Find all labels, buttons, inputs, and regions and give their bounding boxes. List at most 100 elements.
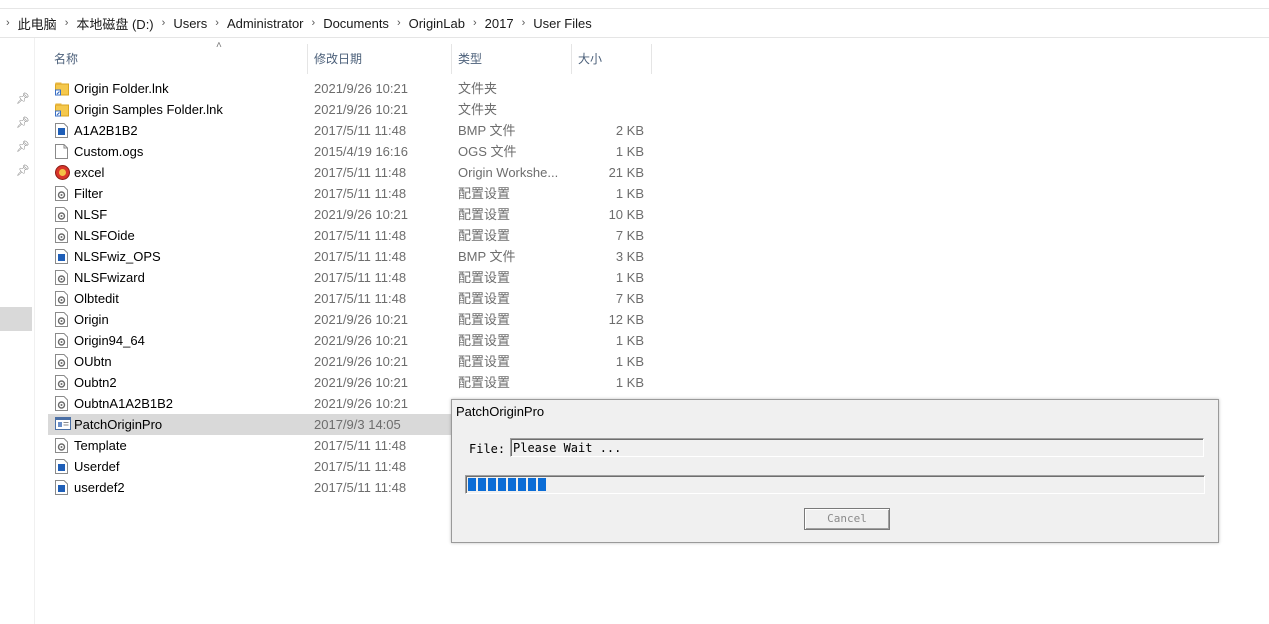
config-file-icon	[55, 354, 68, 369]
file-row[interactable]: Origin Samples Folder.lnk 2021/9/26 10:21…	[48, 99, 658, 120]
file-date: 2021/9/26 10:21	[314, 312, 408, 327]
config-file-icon	[55, 291, 68, 306]
breadcrumb-item[interactable]: › Documents	[304, 9, 389, 37]
breadcrumb-item[interactable]: › OriginLab	[389, 9, 465, 37]
file-date: 2021/9/26 10:21	[314, 102, 408, 117]
breadcrumb-label[interactable]: User Files	[533, 16, 592, 31]
column-headers: 名称 ˄ 修改日期 类型 大小	[48, 40, 652, 74]
breadcrumb-label[interactable]: 此电脑	[18, 14, 57, 33]
file-size: 1 KB	[615, 270, 644, 285]
blank-file-icon	[55, 144, 68, 159]
column-header-size[interactable]: 大小	[572, 44, 652, 74]
file-name: excel	[74, 165, 105, 180]
file-row[interactable]: Origin94_64 2021/9/26 10:21 配置设置 1 KB	[48, 330, 658, 351]
breadcrumb-label[interactable]: Users	[173, 16, 207, 31]
breadcrumb-label[interactable]: OriginLab	[409, 16, 465, 31]
file-name: NLSFwiz_OPS	[74, 249, 161, 264]
pin-icon[interactable]: 📌︎	[16, 164, 30, 178]
folder-shortcut-icon	[55, 102, 69, 117]
file-row[interactable]: NLSFwizard 2017/5/11 11:48 配置设置 1 KB	[48, 267, 658, 288]
breadcrumb-item[interactable]: › Administrator	[207, 9, 303, 37]
config-file-icon	[55, 333, 68, 348]
file-row[interactable]: Custom.ogs 2015/4/19 16:16 OGS 文件 1 KB	[48, 141, 658, 162]
breadcrumb-label[interactable]: Administrator	[227, 16, 304, 31]
breadcrumb-label[interactable]: 2017	[485, 16, 514, 31]
file-row[interactable]: OUbtn 2021/9/26 10:21 配置设置 1 KB	[48, 351, 658, 372]
chevron-right-icon[interactable]: ›	[389, 17, 409, 29]
file-date: 2017/5/11 11:48	[314, 165, 407, 180]
file-size: 2 KB	[615, 123, 644, 138]
progress-block	[538, 478, 546, 491]
file-type: 文件夹	[458, 81, 498, 96]
chevron-right-icon[interactable]: ›	[0, 17, 18, 29]
file-row[interactable]: Origin Folder.lnk 2021/9/26 10:21 文件夹	[48, 78, 658, 99]
file-row[interactable]: Oubtn2 2021/9/26 10:21 配置设置 1 KB	[48, 372, 658, 393]
bmp-file-icon	[55, 249, 68, 264]
file-name: PatchOriginPro	[74, 417, 163, 432]
sort-ascending-icon: ˄	[216, 40, 222, 51]
cancel-button[interactable]: Cancel	[804, 508, 890, 530]
file-size: 21 KB	[608, 165, 644, 180]
breadcrumb-label[interactable]: Documents	[323, 16, 389, 31]
file-size: 7 KB	[615, 291, 644, 306]
chevron-right-icon[interactable]: ›	[207, 17, 227, 29]
chevron-right-icon[interactable]: ›	[465, 17, 485, 29]
file-size: 3 KB	[615, 249, 644, 264]
file-type: Origin Workshe...	[458, 165, 559, 180]
chevron-right-icon[interactable]: ›	[304, 17, 324, 29]
chevron-right-icon[interactable]: ›	[57, 17, 77, 29]
file-name: OubtnA1A2B1B2	[74, 396, 174, 411]
file-name: Custom.ogs	[74, 144, 144, 159]
chevron-right-icon[interactable]: ›	[154, 17, 174, 29]
file-row[interactable]: Olbtedit 2017/5/11 11:48 配置设置 7 KB	[48, 288, 658, 309]
breadcrumb-item[interactable]: › Users	[154, 9, 208, 37]
progress-block	[508, 478, 516, 491]
file-row[interactable]: NLSF 2021/9/26 10:21 配置设置 10 KB	[48, 204, 658, 225]
file-size: 1 KB	[615, 354, 644, 369]
file-date: 2021/9/26 10:21	[314, 333, 408, 348]
breadcrumb-item[interactable]: › User Files	[514, 9, 592, 37]
pin-icon[interactable]: 📌︎	[16, 116, 30, 130]
pin-icon[interactable]: 📌︎	[16, 140, 30, 154]
column-header-name[interactable]: 名称	[48, 44, 308, 74]
file-date: 2021/9/26 10:21	[314, 81, 408, 96]
file-date: 2017/5/11 11:48	[314, 291, 407, 306]
file-row[interactable]: excel 2017/5/11 11:48 Origin Workshe... 21 …	[48, 162, 658, 183]
file-type: 配置设置	[458, 207, 511, 222]
file-name: NLSFOide	[74, 228, 135, 243]
pin-icon[interactable]: 📌︎	[16, 92, 30, 106]
file-name: Oubtn2	[74, 375, 117, 390]
navigation-pane: 📌︎ 📌︎ 📌︎ 📌︎	[0, 38, 35, 624]
file-row[interactable]: Origin 2021/9/26 10:21 配置设置 12 KB	[48, 309, 658, 330]
dialog-title: PatchOriginPro	[456, 404, 545, 419]
file-name: Origin	[74, 312, 109, 327]
bmp-file-icon	[55, 480, 68, 495]
file-row[interactable]: NLSFOide 2017/5/11 11:48 配置设置 7 KB	[48, 225, 658, 246]
patch-progress-dialog: PatchOriginPro File: Please Wait ... Can…	[451, 399, 1219, 543]
file-row[interactable]: NLSFwiz_OPS 2017/5/11 11:48 BMP 文件 3 KB	[48, 246, 658, 267]
file-type: 配置设置	[458, 291, 511, 306]
file-date: 2021/9/26 10:21	[314, 396, 408, 411]
file-size: 7 KB	[615, 228, 644, 243]
file-size: 1 KB	[615, 144, 644, 159]
column-header-type[interactable]: 类型	[452, 44, 572, 74]
breadcrumb: › 此电脑 › 本地磁盘 (D:) › Users › Administrator › Docum…	[0, 9, 1269, 38]
file-row[interactable]: A1A2B1B2 2017/5/11 11:48 BMP 文件 2 KB	[48, 120, 658, 141]
column-header-date[interactable]: 修改日期	[308, 44, 452, 74]
file-size: 1 KB	[615, 375, 644, 390]
config-file-icon	[55, 438, 68, 453]
file-name: Template	[74, 438, 127, 453]
breadcrumb-item[interactable]: › 此电脑	[0, 9, 57, 37]
file-name: Origin Samples Folder.lnk	[74, 102, 223, 117]
chevron-right-icon[interactable]: ›	[514, 17, 534, 29]
breadcrumb-item[interactable]: › 2017	[465, 9, 514, 37]
file-name: Filter	[74, 186, 103, 201]
file-row[interactable]: Filter 2017/5/11 11:48 配置设置 1 KB	[48, 183, 658, 204]
progress-block	[488, 478, 496, 491]
nav-selected-item[interactable]	[0, 307, 32, 331]
file-size: 12 KB	[608, 312, 644, 327]
breadcrumb-label[interactable]: 本地磁盘 (D:)	[76, 14, 153, 33]
file-date: 2017/5/11 11:48	[314, 459, 407, 474]
progress-block	[518, 478, 526, 491]
breadcrumb-item[interactable]: › 本地磁盘 (D:)	[57, 9, 154, 37]
